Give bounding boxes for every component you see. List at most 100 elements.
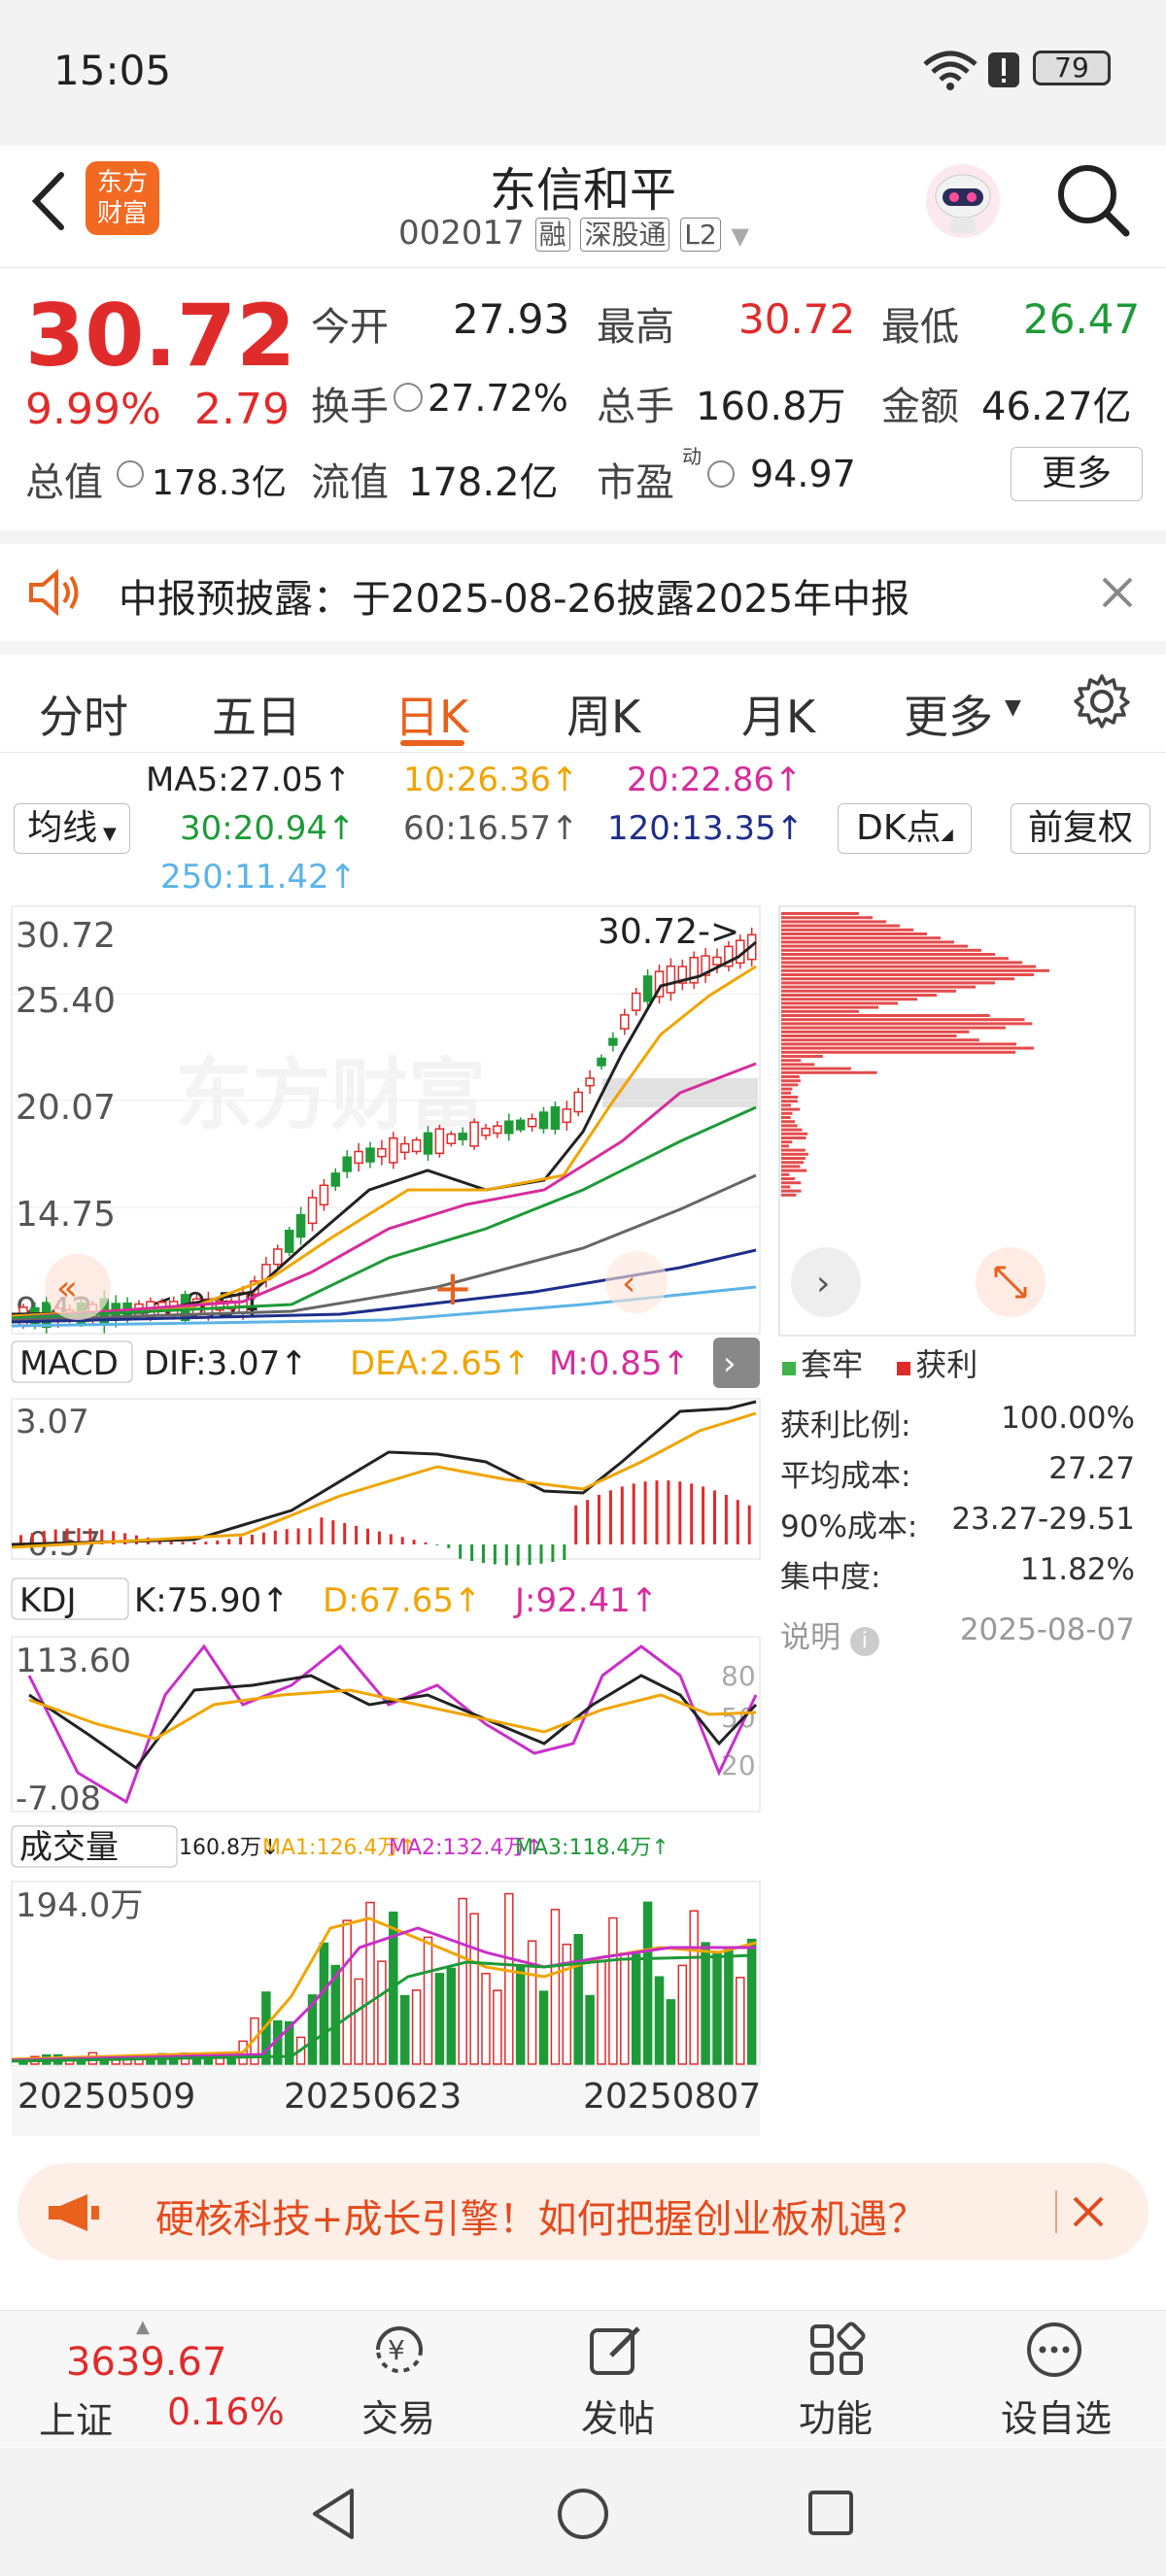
tab-intraday[interactable]: 分时 (39, 682, 128, 746)
nav-set-watchlist[interactable]: 设自选 (1001, 2389, 1112, 2442)
chip-bar (781, 1055, 823, 1058)
trapped-legend-label: 套牢 (801, 1346, 864, 1383)
volume-selector-label: 成交量 (19, 1828, 119, 1867)
candle-body (434, 1128, 445, 1155)
stock-code: 002017 (398, 214, 525, 253)
macd-bar (181, 1542, 185, 1544)
volume-bar (469, 1913, 479, 2065)
macd-bar (308, 1528, 312, 1544)
macd-bar (574, 1505, 578, 1544)
chip-bar (781, 1148, 806, 1152)
volume-bar (527, 1940, 537, 2065)
index-value[interactable]: 3639.67 (66, 2340, 226, 2385)
index-name[interactable]: 上证 (39, 2390, 113, 2444)
tab-monthly-k[interactable]: 月K (741, 682, 815, 746)
eye-icon[interactable] (117, 460, 144, 488)
price-adjust-button[interactable]: 前复权 (1011, 803, 1150, 854)
chip-bar (781, 1096, 799, 1099)
eye-icon[interactable] (707, 460, 735, 488)
trade-icon[interactable]: ¥ (364, 2321, 434, 2383)
nav-functions[interactable]: 功能 (799, 2389, 873, 2442)
candle-body (307, 1197, 318, 1225)
notice-bar[interactable]: 中报预披露：于2025-08-26披露2025年中报 (0, 544, 1166, 655)
crosshair-plus-icon[interactable]: + (432, 1260, 473, 1316)
nav-trade[interactable]: 交易 (361, 2389, 435, 2442)
chip-bar (781, 1050, 1016, 1054)
chip-bar (781, 1005, 878, 1009)
chip-row: 90%成本: 23.27-29.51 (780, 1502, 1135, 1552)
turnover-value: 27.72% (428, 377, 568, 420)
y-label-3: 20.07 (16, 1088, 116, 1128)
candle-body (562, 1108, 572, 1124)
candle-body (550, 1105, 561, 1131)
pe-value: 94.97 (750, 453, 856, 495)
chip-bar (781, 989, 956, 993)
back-triangle-icon[interactable] (309, 2487, 358, 2545)
period-tabs: 分时 五日 日K 周K 月K 更多 ▼ (0, 655, 1166, 753)
promo-banner[interactable]: 硬核科技+成长引擎！如何把握创业板机遇？ (17, 2163, 1149, 2260)
amount-value: 46.27亿 (981, 385, 1132, 429)
post-edit-icon[interactable] (588, 2321, 646, 2383)
recent-apps-icon[interactable] (806, 2489, 855, 2541)
more-dots-icon[interactable] (1025, 2321, 1083, 2383)
gear-icon[interactable] (1073, 672, 1131, 734)
candle-body (458, 1133, 467, 1141)
ma-selector[interactable]: 均线 ▼ (14, 803, 130, 854)
candle-body (631, 992, 641, 1011)
candle-body (342, 1156, 352, 1172)
alert-icon (986, 51, 1021, 93)
date-mid: 20250623 (284, 2077, 462, 2117)
chip-bar (781, 981, 995, 985)
dropdown-triangle-icon[interactable]: ▼ (1005, 695, 1021, 720)
tab-five-day[interactable]: 五日 (212, 682, 301, 746)
volume-bar (712, 1950, 722, 2065)
ma-selector-label: 均线 (27, 808, 98, 848)
search-icon[interactable] (1054, 161, 1132, 243)
vol-ma3: MA3:118.4万↑ (515, 1836, 669, 1860)
chip-bar (781, 1165, 801, 1169)
close-icon[interactable] (1069, 2192, 1108, 2235)
candle-body (493, 1125, 502, 1135)
chip-bar (781, 1091, 792, 1095)
macd-bar (261, 1532, 265, 1544)
candle-body (527, 1118, 537, 1128)
tab-daily-k[interactable]: 日K (394, 682, 468, 746)
badge-level2[interactable]: L2 (680, 218, 721, 252)
chip-bar (781, 973, 1034, 976)
tab-weekly-k[interactable]: 周K (566, 682, 640, 746)
volume-bar (608, 1916, 618, 2065)
chip-bar (781, 1042, 1017, 1046)
index-change[interactable]: 0.16% (167, 2390, 285, 2433)
more-quote-button[interactable]: 更多 (1011, 447, 1143, 501)
tab-more[interactable]: 更多 (904, 682, 993, 746)
dropdown-triangle-icon[interactable]: ▼ (732, 222, 749, 250)
expand-indicators-button[interactable] (713, 1338, 760, 1388)
volume-bar (423, 1936, 433, 2065)
volume-bar (597, 1960, 606, 2065)
candle-body (399, 1142, 410, 1154)
promo-text: 硬核科技+成长引擎！如何把握创业板机遇？ (155, 2197, 927, 2242)
home-circle-icon[interactable] (556, 2487, 610, 2545)
robot-assistant-icon[interactable] (921, 159, 1005, 247)
close-icon[interactable] (1098, 573, 1137, 616)
chip-bar (781, 1140, 793, 1144)
eye-icon[interactable] (394, 383, 423, 412)
chip-bar (781, 961, 1022, 965)
candle-body (411, 1138, 422, 1153)
concentration-label: 集中度: (780, 1560, 881, 1595)
chip-note-row[interactable]: 说明 i 2025-08-07 (780, 1612, 1135, 1663)
macd-bar (204, 1542, 208, 1544)
dk-point-button[interactable]: DK点◢ (838, 803, 972, 854)
chip-bar (781, 1046, 1034, 1050)
profit-ratio-value: 100.00% (1001, 1401, 1135, 1436)
volume-bar (550, 1909, 561, 2065)
chip-bar (781, 1001, 898, 1005)
chip-bar (781, 1116, 791, 1119)
step-left-button[interactable] (605, 1251, 668, 1313)
nav-post[interactable]: 发帖 (581, 2389, 655, 2442)
avg-cost-value: 27.27 (1048, 1451, 1135, 1486)
volume-bar (504, 1892, 514, 2065)
volume-bar (446, 1967, 457, 2065)
grid-apps-icon[interactable] (808, 2321, 867, 2383)
macd-bar (620, 1486, 624, 1544)
